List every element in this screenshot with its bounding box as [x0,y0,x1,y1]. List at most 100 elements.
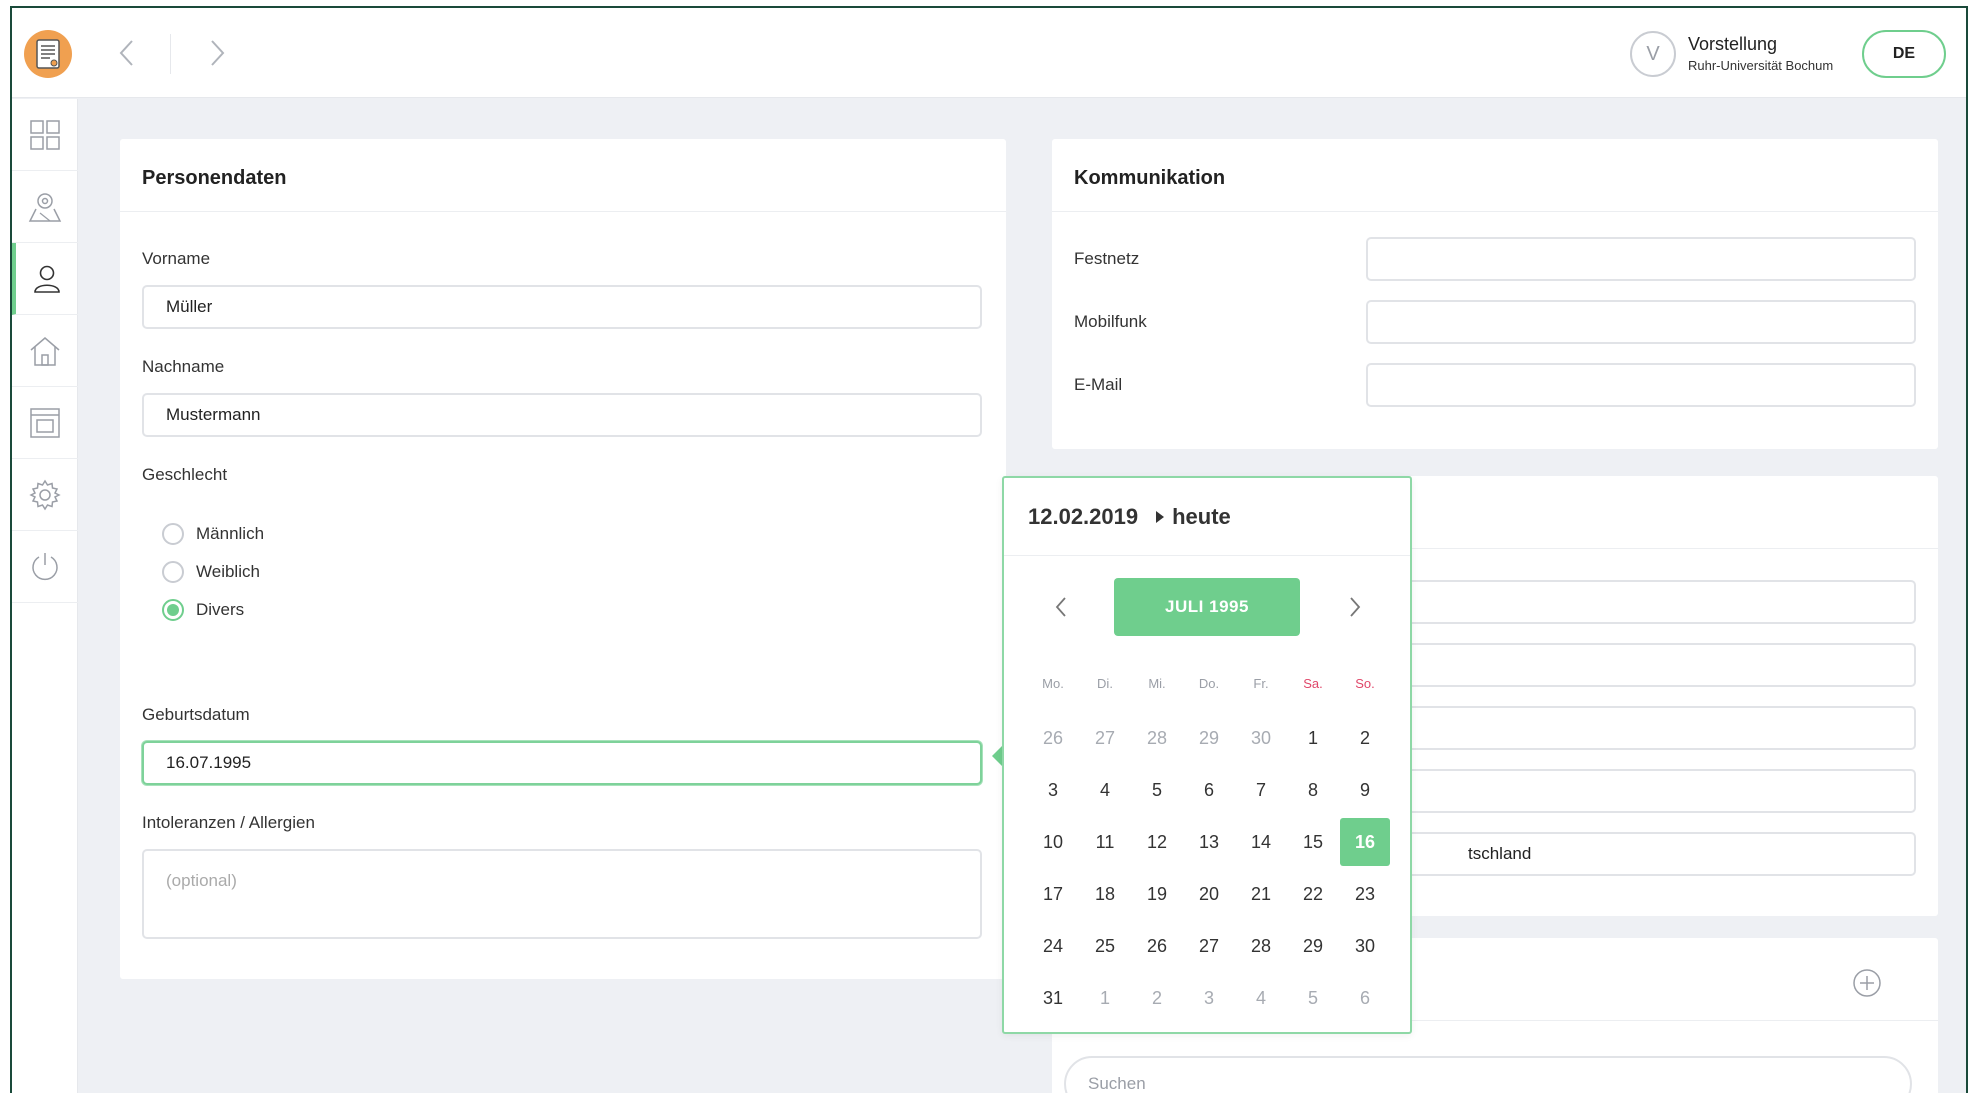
lastname-input[interactable]: Mustermann [142,393,982,437]
next-month-icon[interactable] [1340,592,1370,622]
calendar-day[interactable]: 4 [1236,974,1286,1022]
calendar-day[interactable]: 29 [1288,922,1338,970]
calendar-day[interactable]: 29 [1184,714,1234,762]
calendar-day[interactable]: 4 [1080,766,1130,814]
firstname-label: Vorname [142,249,211,268]
user-organization: Ruhr-Universität Bochum [1688,58,1834,73]
user-avatar[interactable]: V [1630,31,1676,77]
personal-data-card: Personendaten Vorname Müller Nachname Mu… [120,139,1006,979]
month-year-button[interactable]: JULI 1995 [1114,578,1300,636]
sidebar-item-home[interactable] [12,315,78,387]
weekday-label: Sa. [1303,676,1323,691]
nav-divider [170,34,171,74]
calendar-day[interactable]: 10 [1028,818,1078,866]
calendar-day[interactable]: 21 [1236,870,1286,918]
calendar-day[interactable]: 30 [1236,714,1286,762]
calendar-day[interactable]: 28 [1236,922,1286,970]
home-icon [30,336,60,366]
sidebar-item-person[interactable] [12,243,78,315]
calendar-day[interactable]: 11 [1080,818,1130,866]
calendar-day[interactable]: 26 [1132,922,1182,970]
weekday-label: Mo. [1042,676,1064,691]
address-input-3[interactable] [1366,706,1916,750]
calendar-day[interactable]: 7 [1236,766,1286,814]
sidebar-item-settings[interactable] [12,459,78,531]
calendar-day[interactable]: 27 [1080,714,1130,762]
gender-label: Geschlecht [142,465,228,484]
calendar-day[interactable]: 27 [1184,922,1234,970]
calendar-day[interactable]: 6 [1184,766,1234,814]
address-input-1[interactable] [1366,580,1916,624]
calendar-day[interactable]: 15 [1288,818,1338,866]
calendar-day[interactable]: 17 [1028,870,1078,918]
radio-label: Divers [196,600,245,619]
user-name: Vorstellung [1688,34,1778,54]
weekday-label: Di. [1097,676,1113,691]
today-link[interactable]: heute [1154,504,1231,530]
calendar-day[interactable]: 18 [1080,870,1130,918]
mobile-label: Mobilfunk [1074,312,1147,331]
app-logo-icon[interactable] [24,30,72,78]
person-icon [34,265,60,293]
gender-option-diverse[interactable]: Divers [162,599,244,621]
calendar-day[interactable]: 8 [1288,766,1338,814]
landline-input[interactable] [1366,237,1916,281]
calendar-day[interactable]: 1 [1080,974,1130,1022]
calendar-day[interactable]: 9 [1340,766,1390,814]
weekday-label: Fr. [1253,676,1269,691]
calendar-day[interactable]: 14 [1236,818,1286,866]
sidebar-item-dashboard[interactable] [12,99,78,171]
address-input-4[interactable] [1366,769,1916,813]
email-label: E-Mail [1074,375,1123,394]
calendar-day[interactable]: 3 [1028,766,1078,814]
calendar-day[interactable]: 24 [1028,922,1078,970]
calendar-day[interactable]: 23 [1340,870,1390,918]
add-plus-icon[interactable] [1852,968,1882,998]
calendar-day[interactable]: 31 [1028,974,1078,1022]
calendar-day[interactable]: 5 [1132,766,1182,814]
birthdate-input[interactable]: 16.07.1995 [142,741,982,785]
calendar-day[interactable]: 2 [1340,714,1390,762]
calendar-day[interactable]: 13 [1184,818,1234,866]
email-input[interactable] [1366,363,1916,407]
weekday-label: Mi. [1148,676,1166,691]
calendar-day-selected[interactable]: 16 [1340,818,1390,866]
forward-arrow-icon[interactable] [202,38,232,68]
country-input[interactable]: tschland [1366,832,1916,876]
power-icon [32,552,58,580]
radio-button[interactable] [162,523,184,545]
landline-label: Festnetz [1074,249,1140,268]
card-divider [120,211,1006,212]
calendar-day[interactable]: 3 [1184,974,1234,1022]
calendar-day[interactable]: 30 [1340,922,1390,970]
radio-label: Weiblich [196,562,260,581]
radio-button-checked[interactable] [162,599,184,621]
calendar-day[interactable]: 25 [1080,922,1130,970]
gear-icon [29,479,61,510]
calendar-day[interactable]: 26 [1028,714,1078,762]
calendar-day[interactable]: 1 [1288,714,1338,762]
radio-button[interactable] [162,561,184,583]
language-button[interactable]: DE [1862,30,1946,78]
firstname-input[interactable]: Müller [142,285,982,329]
back-arrow-icon[interactable] [112,38,142,68]
calendar-day[interactable]: 6 [1340,974,1390,1022]
gender-option-female[interactable]: Weiblich [162,561,260,583]
calendar-day[interactable]: 22 [1288,870,1338,918]
address-input-2[interactable] [1366,643,1916,687]
allergies-textarea[interactable]: (optional) [142,849,982,939]
calendar-day[interactable]: 5 [1288,974,1338,1022]
calendar-day[interactable]: 28 [1132,714,1182,762]
calendar-day[interactable]: 2 [1132,974,1182,1022]
prev-month-icon[interactable] [1046,592,1076,622]
sidebar-item-logout[interactable] [12,531,78,603]
calendar-day[interactable]: 20 [1184,870,1234,918]
search-input[interactable]: Suchen [1064,1056,1912,1093]
card-divider [1052,211,1938,212]
mobile-input[interactable] [1366,300,1916,344]
calendar-day[interactable]: 19 [1132,870,1182,918]
gender-option-male[interactable]: Männlich [162,523,264,545]
sidebar-item-map[interactable] [12,171,78,243]
calendar-day[interactable]: 12 [1132,818,1182,866]
sidebar-item-calendar[interactable] [12,387,78,459]
